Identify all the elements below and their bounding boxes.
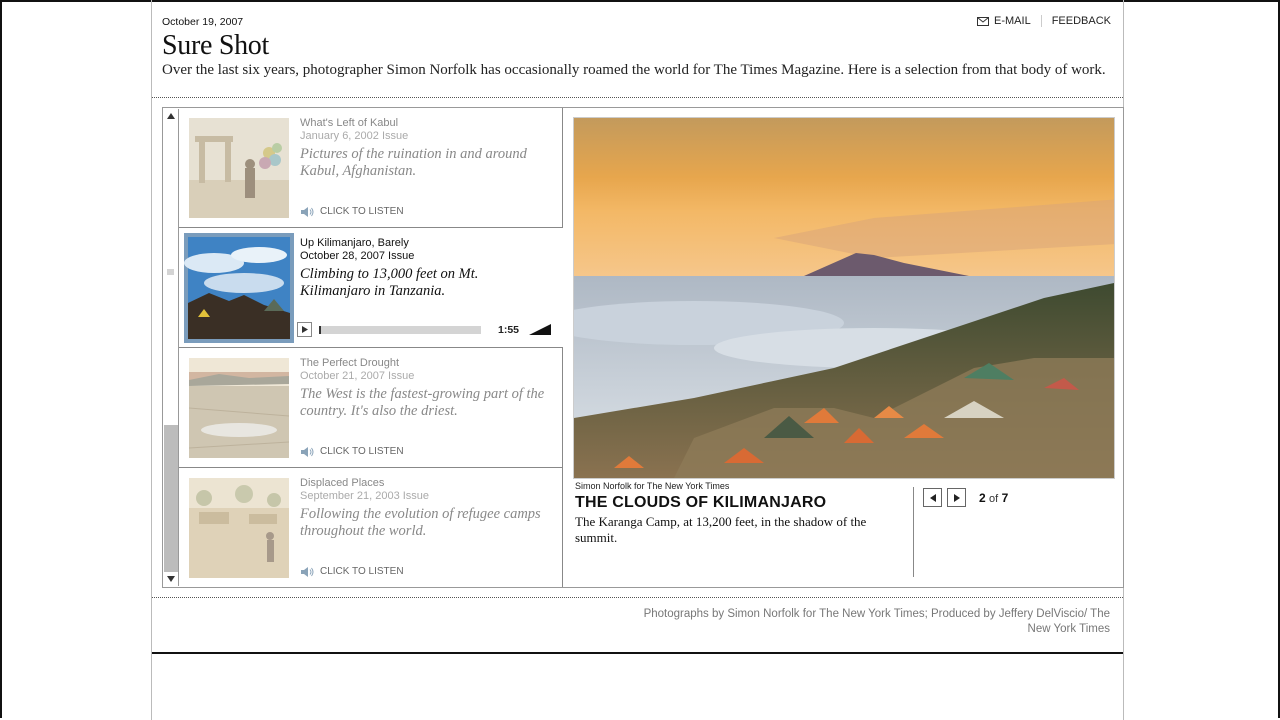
of-label: of [989, 492, 999, 505]
current-photo: 2 [979, 490, 986, 505]
listen-label: CLICK TO LISTEN [320, 446, 404, 457]
next-button[interactable] [947, 488, 966, 507]
thumbnail-kabul [189, 118, 289, 218]
arrow-down-icon [167, 576, 175, 582]
page-title: Sure Shot [162, 30, 269, 61]
previous-button[interactable] [923, 488, 942, 507]
list-item-kilimanjaro[interactable]: Up Kilimanjaro, Barely October 28, 2007 … [179, 228, 563, 348]
listen-label: CLICK TO LISTEN [320, 206, 404, 217]
page-date: October 19, 2007 [162, 16, 244, 28]
item-description: Pictures of the ruination in and around … [300, 146, 527, 179]
arrow-left-icon [929, 493, 936, 502]
photo-caption: The Karanga Camp, at 13,200 feet, in the… [575, 514, 867, 545]
thumbnail-kilimanjaro [184, 233, 294, 343]
click-to-listen[interactable]: CLICK TO LISTEN [301, 566, 404, 577]
email-label: E-MAIL [994, 15, 1031, 27]
item-issue: September 21, 2003 Issue [300, 490, 430, 502]
list-scrollbar[interactable] [164, 109, 179, 586]
main-photo [573, 117, 1115, 479]
arrow-right-icon [953, 493, 960, 502]
scroll-down-button[interactable] [164, 572, 178, 586]
bottom-dotted-divider [152, 597, 1123, 598]
list-item-drought[interactable]: The Perfect Drought October 21, 2007 Iss… [179, 348, 563, 468]
item-title: Up Kilimanjaro, Barely [300, 237, 409, 249]
speaker-icon [301, 566, 314, 577]
footer-credits: Photographs by Simon Norfolk for The New… [643, 608, 1110, 635]
scroll-track[interactable] [164, 425, 178, 572]
audio-duration: 1:55 [498, 324, 520, 336]
item-description: Climbing to 13,000 feet on Mt. Kilimanja… [300, 266, 479, 299]
item-title: The Perfect Drought [300, 357, 400, 369]
thumbnail-displaced [189, 478, 289, 578]
photo-headline: THE CLOUDS OF KILIMANJARO [575, 494, 827, 511]
slideshow-viewer: What's Left of Kabul January 6, 2002 Iss… [162, 107, 1124, 588]
volume-icon[interactable] [529, 324, 551, 335]
grip-icon [167, 269, 174, 275]
item-title: What's Left of Kabul [300, 117, 399, 129]
item-issue: October 28, 2007 Issue [300, 250, 415, 262]
item-title: Displaced Places [300, 477, 385, 489]
item-issue: January 6, 2002 Issue [300, 130, 409, 142]
photo-counter: 2 of 7 [979, 491, 1008, 505]
story-list: What's Left of Kabul January 6, 2002 Iss… [179, 108, 563, 587]
scroll-up-button[interactable] [164, 109, 178, 123]
click-to-listen[interactable]: CLICK TO LISTEN [301, 446, 404, 457]
item-description: The West is the fastest-growing part of … [300, 386, 545, 419]
photo-navigation: 2 of 7 [923, 488, 1008, 507]
audio-progress-bar[interactable] [319, 326, 481, 334]
envelope-icon [977, 16, 990, 26]
speaker-icon [301, 206, 314, 217]
photo-credit: Simon Norfolk for The New York Times [575, 481, 730, 491]
arrow-up-icon [167, 113, 175, 119]
email-link[interactable]: E-MAIL [977, 15, 1042, 27]
listen-label: CLICK TO LISTEN [320, 566, 404, 577]
item-description: Following the evolution of refugee camps… [300, 506, 541, 539]
caption-divider [913, 487, 914, 577]
play-button[interactable] [297, 322, 312, 337]
total-photos: 7 [1001, 490, 1009, 505]
list-item-kabul[interactable]: What's Left of Kabul January 6, 2002 Iss… [179, 108, 563, 228]
click-to-listen[interactable]: CLICK TO LISTEN [301, 206, 404, 217]
page-dek: Over the last six years, photographer Si… [162, 62, 1106, 78]
list-item-displaced[interactable]: Displaced Places September 21, 2003 Issu… [179, 468, 563, 587]
thumbnail-drought [189, 358, 289, 458]
footer-rule [152, 652, 1123, 654]
top-dotted-divider [152, 97, 1123, 98]
audio-player: 1:55 [297, 322, 555, 338]
speaker-icon [301, 446, 314, 457]
top-links: E-MAIL FEEDBACK [977, 15, 1111, 27]
feedback-link[interactable]: FEEDBACK [1042, 15, 1111, 27]
item-issue: October 21, 2007 Issue [300, 370, 415, 382]
scroll-thumb[interactable] [164, 123, 177, 426]
page: October 19, 2007 E-MAIL FEEDBACK Sure Sh… [151, 0, 1124, 720]
play-icon [301, 326, 308, 333]
